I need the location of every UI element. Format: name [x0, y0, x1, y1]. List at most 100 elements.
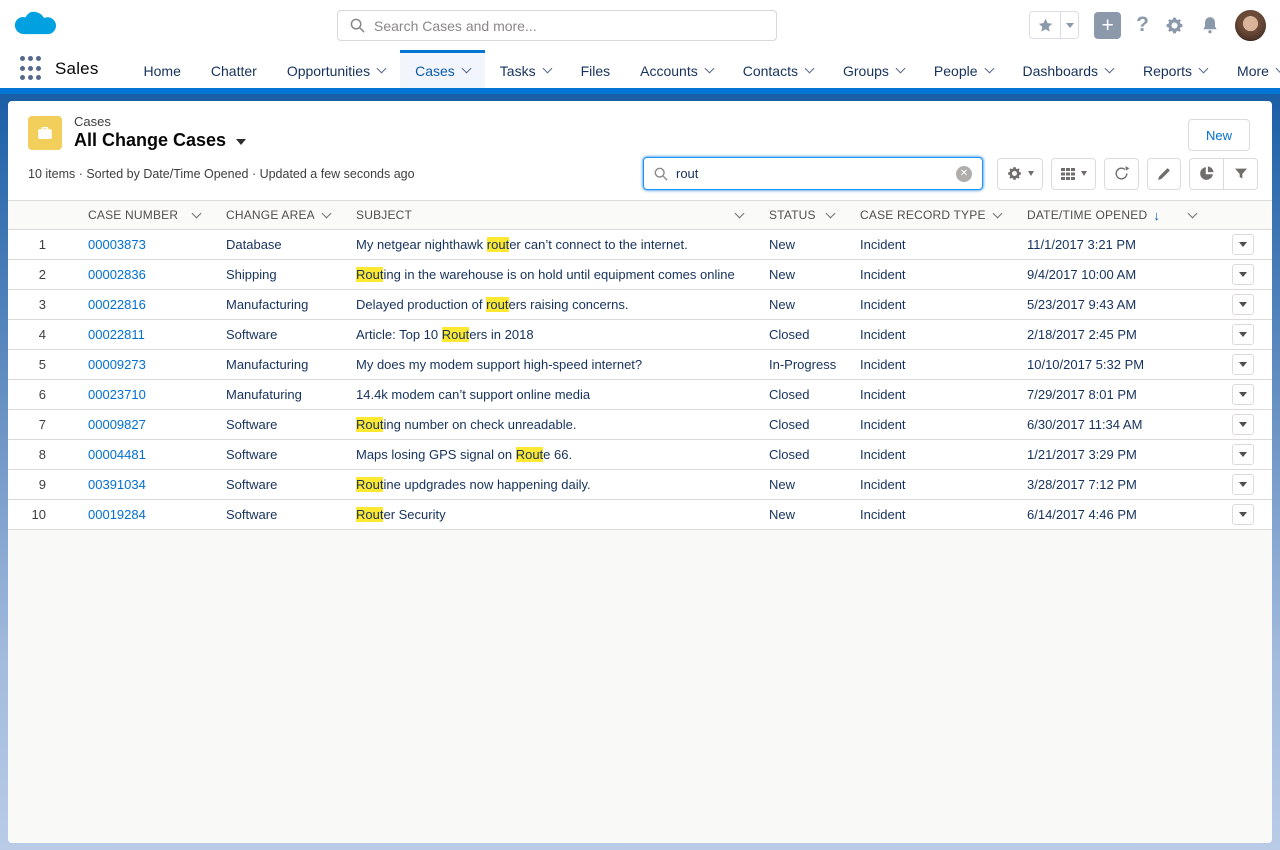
date-opened-cell: 5/23/2017 9:43 AM — [1013, 297, 1208, 312]
row-actions-button[interactable] — [1232, 414, 1254, 435]
case-number-link[interactable]: 00003873 — [88, 237, 146, 252]
row-actions-button[interactable] — [1232, 444, 1254, 465]
sort-descending-icon: ↓ — [1153, 208, 1160, 223]
chevron-down-icon — [1239, 302, 1247, 307]
chevron-down-icon — [826, 208, 836, 218]
chevron-down-icon — [704, 64, 714, 74]
case-number-link[interactable]: 00002836 — [88, 267, 146, 282]
table-row: 5 00009273 Manufacturing My does my mode… — [8, 350, 1272, 380]
column-header-change-area[interactable]: CHANGE AREA — [212, 201, 342, 229]
case-number-link[interactable]: 00023710 — [88, 387, 146, 402]
record-type-cell: Incident — [846, 417, 1013, 432]
global-header: + ? — [0, 0, 1280, 50]
notifications-bell-icon[interactable] — [1200, 15, 1220, 36]
cases-object-icon — [28, 116, 62, 150]
edit-pencil-icon[interactable] — [1147, 158, 1181, 190]
nav-tab-people[interactable]: People — [919, 50, 1008, 88]
change-area-cell: Manufaturing — [212, 387, 342, 402]
case-number-link[interactable]: 00391034 — [88, 477, 146, 492]
global-search — [337, 10, 777, 41]
global-search-input[interactable] — [374, 18, 764, 34]
subject-cell: Article: Top 10 Routers in 2018 — [342, 327, 755, 342]
title-block: Cases All Change Cases — [74, 114, 246, 151]
case-number-link[interactable]: 00004481 — [88, 447, 146, 462]
table-header-row: CASE NUMBER CHANGE AREA SUBJECT STATUS C… — [8, 200, 1272, 230]
list-view-selector[interactable]: All Change Cases — [74, 130, 246, 151]
chevron-down-icon — [377, 64, 387, 74]
row-actions-button[interactable] — [1232, 504, 1254, 525]
nav-tab-tasks[interactable]: Tasks — [485, 50, 566, 88]
status-cell: Closed — [755, 387, 846, 402]
case-number-link[interactable]: 00009273 — [88, 357, 146, 372]
change-area-cell: Software — [212, 447, 342, 462]
salesforce-logo — [14, 9, 60, 41]
clear-search-icon[interactable]: ✕ — [956, 166, 972, 182]
case-number-link[interactable]: 00019284 — [88, 507, 146, 522]
app-launcher-icon[interactable] — [20, 56, 41, 82]
nav-tab-chatter[interactable]: Chatter — [196, 50, 272, 88]
list-settings-gear-icon[interactable] — [997, 158, 1043, 190]
nav-tab-files[interactable]: Files — [566, 50, 626, 88]
entity-label: Cases — [74, 114, 246, 129]
refresh-icon[interactable] — [1104, 158, 1139, 190]
change-area-cell: Software — [212, 327, 342, 342]
table-row: 4 00022811 Software Article: Top 10 Rout… — [8, 320, 1272, 350]
subject-cell: My netgear nighthawk router can’t connec… — [342, 237, 755, 252]
column-header-subject[interactable]: SUBJECT — [342, 201, 755, 229]
case-number-link[interactable]: 00022816 — [88, 297, 146, 312]
new-button[interactable]: New — [1188, 119, 1250, 151]
column-header-date-time-opened[interactable]: DATE/TIME OPENED ↓ — [1013, 201, 1208, 229]
chevron-down-icon — [735, 208, 745, 218]
help-icon[interactable]: ? — [1136, 13, 1149, 37]
list-search-input[interactable] — [676, 166, 948, 181]
case-number-link[interactable]: 00009827 — [88, 417, 146, 432]
case-number-link[interactable]: 00022811 — [88, 327, 145, 342]
filter-funnel-icon[interactable] — [1224, 158, 1258, 190]
setup-gear-icon[interactable] — [1164, 15, 1185, 36]
column-header-status[interactable]: STATUS — [755, 201, 846, 229]
search-icon — [654, 167, 668, 181]
user-avatar[interactable] — [1235, 10, 1266, 41]
date-opened-cell: 2/18/2017 2:45 PM — [1013, 327, 1208, 342]
nav-tab-accounts[interactable]: Accounts — [625, 50, 728, 88]
table-body: 1 00003873 Database My netgear nighthawk… — [8, 230, 1272, 530]
global-actions-plus-icon[interactable]: + — [1094, 12, 1121, 39]
row-actions-button[interactable] — [1232, 384, 1254, 405]
nav-tab-reports[interactable]: Reports — [1128, 50, 1222, 88]
row-actions-button[interactable] — [1232, 474, 1254, 495]
subject-cell: Routing number on check unreadable. — [342, 417, 755, 432]
chevron-down-icon — [1239, 242, 1247, 247]
row-actions-button[interactable] — [1232, 234, 1254, 255]
page-background: Cases All Change Cases New 10 items · So… — [0, 94, 1280, 850]
nav-tab-opportunities[interactable]: Opportunities — [272, 50, 400, 88]
row-actions-button[interactable] — [1232, 294, 1254, 315]
favorites-caret-icon[interactable] — [1060, 12, 1078, 38]
list-meta: 10 items · Sorted by Date/Time Opened · … — [28, 167, 415, 181]
column-header-case-record-type[interactable]: CASE RECORD TYPE — [846, 201, 1013, 229]
nav-tab-home[interactable]: Home — [129, 50, 196, 88]
nav-tab-contacts[interactable]: Contacts — [728, 50, 828, 88]
nav-bar: Sales Home Chatter Opportunities Cases T… — [0, 50, 1280, 88]
table-row: 9 00391034 Software Routine updgrades no… — [8, 470, 1272, 500]
display-as-table-icon[interactable] — [1051, 158, 1096, 190]
chevron-down-icon — [1239, 452, 1247, 457]
row-actions-button[interactable] — [1232, 324, 1254, 345]
chevron-down-icon — [236, 139, 246, 145]
chevron-down-icon — [1239, 332, 1247, 337]
global-actions: + ? — [1029, 0, 1266, 50]
favorites-star-icon[interactable] — [1030, 12, 1060, 38]
charts-pie-icon[interactable] — [1189, 158, 1224, 190]
nav-tab-more[interactable]: More — [1222, 50, 1280, 88]
row-actions-button[interactable] — [1232, 264, 1254, 285]
subject-cell: Routine updgrades now happening daily. — [342, 477, 755, 492]
nav-tab-dashboards[interactable]: Dashboards — [1008, 50, 1129, 88]
nav-tab-groups[interactable]: Groups — [828, 50, 919, 88]
table-row: 8 00004481 Software Maps losing GPS sign… — [8, 440, 1272, 470]
nav-tab-cases[interactable]: Cases — [400, 50, 485, 88]
row-actions-button[interactable] — [1232, 354, 1254, 375]
chevron-down-icon — [984, 64, 994, 74]
row-number: 9 — [8, 477, 74, 492]
column-header-case-number[interactable]: CASE NUMBER — [74, 201, 212, 229]
search-icon — [350, 18, 365, 33]
table-row: 7 00009827 Software Routing number on ch… — [8, 410, 1272, 440]
